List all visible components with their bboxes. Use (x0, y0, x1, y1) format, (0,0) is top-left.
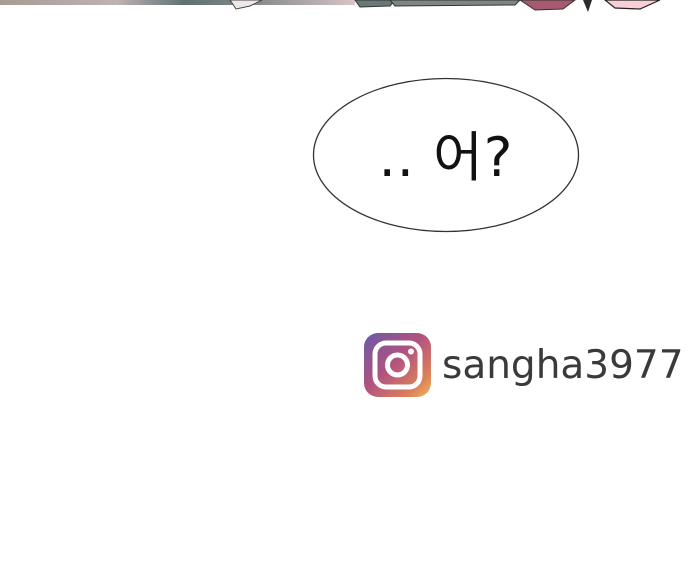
previous-panel-edge (0, 0, 690, 12)
instagram-credit: sangha3977 (363, 332, 684, 398)
speech-bubble-text: .. 어? (378, 125, 514, 189)
instagram-handle: sangha3977 (442, 342, 684, 388)
comic-panel: .. 어? sangha3977 (0, 0, 690, 562)
instagram-icon (364, 333, 431, 397)
